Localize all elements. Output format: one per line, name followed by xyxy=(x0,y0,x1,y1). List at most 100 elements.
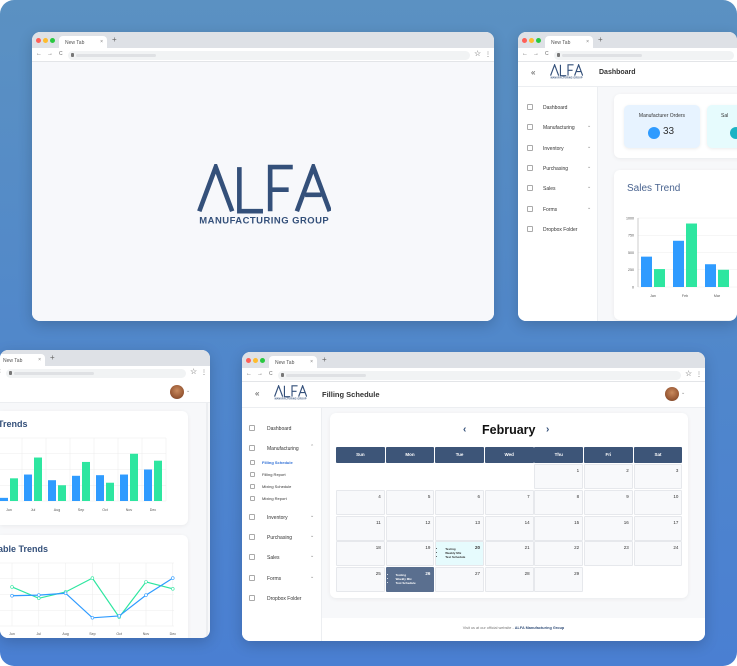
sidebar-item-purchasing[interactable]: Purchasing ⌄ xyxy=(247,533,319,542)
window-control-minimize[interactable] xyxy=(253,358,258,363)
calendar-day[interactable]: 6 xyxy=(435,489,484,515)
calendar-day[interactable]: 8 xyxy=(534,489,584,515)
collapse-sidebar-icon[interactable]: « xyxy=(255,389,259,398)
x-tick-label: Oct xyxy=(116,632,122,636)
calendar-day[interactable]: 22 xyxy=(534,541,584,567)
back-icon[interactable]: ← xyxy=(246,371,252,377)
event-list: TestingWeekly MixTest Schedule xyxy=(441,547,465,559)
calendar-day[interactable]: 4 xyxy=(336,489,385,515)
month-title: February xyxy=(482,423,536,437)
filling-schedule-window: New Tab × + ← → C ☆ ⋮ « MANUFACTURING GROUP Fillin… xyxy=(242,352,705,641)
sidebar-item-dropbox-folder[interactable]: Dropbox Folder xyxy=(247,594,319,603)
logo-letter xyxy=(197,164,235,213)
logo-letter xyxy=(283,385,291,398)
calendar-day[interactable]: 23 xyxy=(584,541,633,567)
prev-month-button[interactable]: ‹ xyxy=(463,424,466,435)
calendar-day[interactable]: 14 xyxy=(484,515,534,541)
bookmark-star-icon[interactable]: ☆ xyxy=(685,369,692,378)
calendar-day[interactable]: 28 xyxy=(484,567,534,593)
day-number: 14 xyxy=(524,519,530,525)
calendar-day[interactable]: 24 xyxy=(633,541,683,567)
new-tab-icon[interactable]: + xyxy=(112,35,117,44)
bar-aug-1 xyxy=(58,485,66,501)
browser-menu-icon[interactable]: ⋮ xyxy=(696,371,702,378)
sidebar-item-manufacturing[interactable]: Manufacturing ⌃ xyxy=(247,444,319,453)
day-number: 22 xyxy=(574,545,580,551)
footer-website-link[interactable]: ALFA Manufacturing Group xyxy=(515,626,564,630)
new-tab-icon[interactable]: + xyxy=(322,355,327,364)
calendar-day[interactable]: 26 TestingWeekly MixTest Schedule xyxy=(385,567,435,593)
tab-close-icon[interactable]: × xyxy=(100,39,103,45)
logo-letter xyxy=(237,167,263,214)
chevron-down-icon[interactable]: ⌄ xyxy=(310,513,314,519)
url-field[interactable] xyxy=(68,50,470,60)
reload-icon[interactable]: C xyxy=(59,51,63,57)
calendar-day[interactable]: 10 xyxy=(633,489,683,515)
calendar-event[interactable]: Test Schedule xyxy=(396,581,416,585)
calendar-event[interactable]: Test Schedule xyxy=(445,555,465,559)
back-icon[interactable]: ← xyxy=(36,51,42,57)
footer: Visit us at our official website - ALFA … xyxy=(322,626,705,630)
data-point xyxy=(171,587,175,591)
calendar-day[interactable]: 12 xyxy=(385,515,435,541)
browser-menu-icon[interactable]: ⋮ xyxy=(485,51,491,58)
calendar-day[interactable]: 18 xyxy=(336,541,385,567)
chevron-down-icon[interactable]: ⌄ xyxy=(310,574,314,580)
sidebar-item-mixing-schedule[interactable]: Mixing Schedule xyxy=(247,482,319,491)
chevron-up-icon[interactable]: ⌃ xyxy=(310,444,314,450)
window-control-minimize[interactable] xyxy=(43,38,48,43)
calendar-day[interactable]: 2 xyxy=(584,464,633,489)
tab-close-icon[interactable]: × xyxy=(310,359,313,365)
url-text xyxy=(76,53,156,57)
sidebar-item-filling-report[interactable]: Filling Report xyxy=(247,470,319,479)
calendar-day[interactable]: 7 xyxy=(484,489,534,515)
calendar-day[interactable]: 5 xyxy=(385,489,435,515)
avatar-chevron-icon[interactable]: ⌄ xyxy=(681,390,685,396)
url-field[interactable] xyxy=(278,370,681,380)
user-avatar[interactable] xyxy=(665,387,679,401)
calendar-day[interactable]: 17 xyxy=(633,515,683,541)
y-tick-label: 0 xyxy=(632,285,634,289)
bookmark-star-icon[interactable]: ☆ xyxy=(474,49,481,58)
splash-window: New Tab × + ← → C ☆ ⋮ MANUFACTURING GROUP xyxy=(32,32,494,321)
calendar-day[interactable]: 25 xyxy=(336,567,385,593)
bar-sep-1 xyxy=(82,461,90,501)
calendar-day[interactable]: 27 xyxy=(435,567,484,593)
calendar-day[interactable]: 20 TestingWeekly MixTest Schedule xyxy=(435,541,484,567)
bar-sep-0 xyxy=(72,475,80,501)
data-point xyxy=(144,580,148,584)
window-control-close[interactable] xyxy=(246,358,251,363)
calendar-day[interactable]: 19 xyxy=(385,541,435,567)
calendar-day[interactable]: 13 xyxy=(435,515,484,541)
calendar-day[interactable]: 11 xyxy=(336,515,385,541)
forward-icon[interactable]: → xyxy=(47,51,53,57)
window-control-close[interactable] xyxy=(36,38,41,43)
window-control-maximize[interactable] xyxy=(260,358,265,363)
tab-bar: New Tab × + xyxy=(32,32,494,48)
forward-icon[interactable]: → xyxy=(257,371,263,377)
calendar-day[interactable]: 1 xyxy=(534,464,584,489)
calendar-day[interactable]: 29 xyxy=(534,567,584,593)
calendar-day[interactable]: 15 xyxy=(534,515,584,541)
calendar-day[interactable]: 21 xyxy=(484,541,534,567)
day-number: 28 xyxy=(524,571,530,577)
y-tick-label: 1000 xyxy=(626,216,634,220)
reload-icon[interactable]: C xyxy=(269,371,273,377)
sidebar-item-sales[interactable]: Sales ⌄ xyxy=(247,553,319,562)
next-month-button[interactable]: › xyxy=(546,424,549,435)
day-number: 4 xyxy=(378,493,381,499)
sidebar-item-inventory[interactable]: Inventory ⌄ xyxy=(247,513,319,522)
calendar-day[interactable]: 3 xyxy=(633,464,683,489)
chevron-down-icon[interactable]: ⌄ xyxy=(310,533,314,539)
chevron-down-icon[interactable]: ⌄ xyxy=(310,553,314,559)
calendar-day[interactable]: 16 xyxy=(584,515,633,541)
browser-tab[interactable]: New Tab × xyxy=(269,356,317,368)
sidebar-item-forms[interactable]: Forms ⌄ xyxy=(247,574,319,583)
calendar-day[interactable]: 9 xyxy=(584,489,633,515)
sidebar-item-dashboard[interactable]: Dashboard xyxy=(247,424,319,433)
sidebar-item-mixing-report[interactable]: Mixing Report xyxy=(247,494,319,503)
sidebar-item-filling-schedule[interactable]: Filling Schedule xyxy=(247,458,319,467)
browser-tab[interactable]: New Tab × xyxy=(59,36,107,48)
window-control-maximize[interactable] xyxy=(50,38,55,43)
menu-item-icon xyxy=(249,575,255,581)
